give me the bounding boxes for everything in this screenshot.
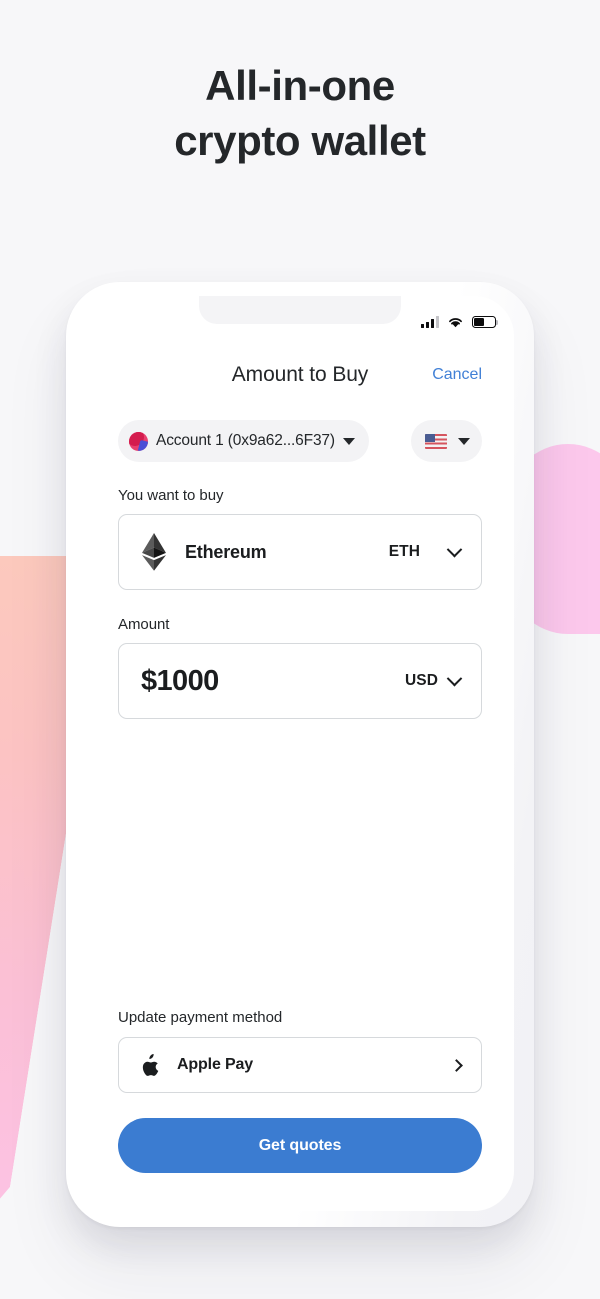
- phone-notch: [199, 296, 401, 324]
- account-avatar-icon: [129, 431, 148, 451]
- page-title-line-2: crypto wallet: [174, 117, 426, 165]
- payment-method-label: Update payment method: [118, 1009, 283, 1026]
- cancel-button[interactable]: Cancel: [432, 366, 482, 384]
- battery-icon: [472, 316, 499, 328]
- account-selector[interactable]: Account 1 (0x9a62...6F37): [118, 420, 369, 462]
- apple-logo-icon: [142, 1053, 159, 1076]
- ethereum-icon: [142, 533, 166, 571]
- modal-title: Amount to Buy: [231, 363, 369, 386]
- modal-header: Amount to Buy Cancel: [118, 358, 482, 392]
- us-flag-icon: [425, 433, 447, 449]
- page-title-line-1: All-in-one: [205, 62, 395, 109]
- phone-screen: Amount to Buy Cancel Account 1 (0x9a62..…: [86, 296, 514, 1211]
- caret-down-icon: [342, 437, 355, 445]
- page-title: All-in-one crypto wallet: [0, 0, 600, 169]
- asset-selector[interactable]: Ethereum ETH: [118, 514, 482, 590]
- payment-method-selector[interactable]: Apple Pay: [118, 1037, 482, 1093]
- get-quotes-button[interactable]: Get quotes: [118, 1118, 482, 1173]
- buy-asset-label: You want to buy: [118, 487, 224, 504]
- payment-method-name: Apple Pay: [177, 1056, 254, 1073]
- region-selector[interactable]: [411, 420, 482, 462]
- asset-ticker: ETH: [388, 543, 420, 560]
- screen-content: Amount to Buy Cancel Account 1 (0x9a62..…: [86, 296, 514, 1211]
- account-region-row: Account 1 (0x9a62...6F37): [118, 420, 482, 462]
- chevron-down-icon: [446, 670, 463, 686]
- currency-ticker: USD: [404, 672, 438, 689]
- amount-label: Amount: [118, 616, 170, 633]
- account-label: Account 1 (0x9a62...6F37): [156, 432, 335, 449]
- chevron-right-icon: [450, 1058, 463, 1072]
- caret-down-icon: [458, 437, 470, 445]
- amount-input-row[interactable]: $1000 USD: [118, 643, 482, 719]
- asset-name: Ethereum: [185, 541, 267, 562]
- amount-input[interactable]: $1000: [141, 665, 405, 698]
- phone-mockup: Amount to Buy Cancel Account 1 (0x9a62..…: [66, 282, 534, 1227]
- wifi-icon: [449, 318, 462, 328]
- cellular-bars-icon: [421, 316, 439, 328]
- status-bar: [421, 316, 499, 328]
- chevron-down-icon: [446, 541, 463, 557]
